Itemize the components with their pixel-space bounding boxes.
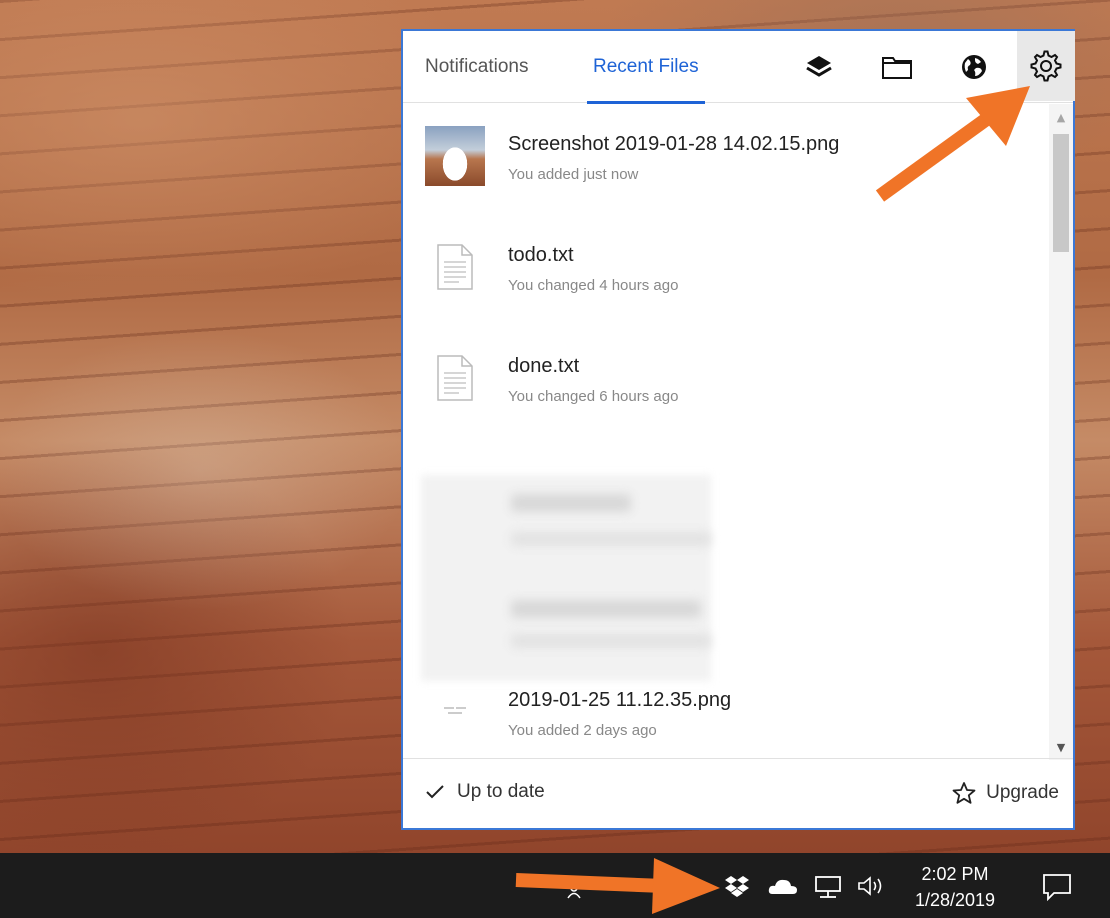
redacted-text xyxy=(511,634,711,648)
star-icon xyxy=(952,782,976,804)
panel-footer: Up to date Upgrade xyxy=(403,758,1073,828)
clock-time: 2:02 PM xyxy=(921,864,989,884)
globe-button[interactable] xyxy=(950,43,998,91)
layers-icon xyxy=(806,56,832,77)
checkmark-icon xyxy=(426,785,444,799)
dropbox-icon[interactable] xyxy=(725,875,749,897)
text-file-icon xyxy=(425,348,485,408)
file-name: todo.txt xyxy=(508,244,574,266)
taskbar-clock[interactable]: 2:02 PM 1/28/2019 xyxy=(905,861,1005,913)
sync-status: Up to date xyxy=(425,781,545,803)
file-name: 2019-01-25 11.12.35.png xyxy=(508,689,732,711)
upgrade-label: Upgrade xyxy=(986,782,1059,803)
list-item[interactable]: Screenshot 2019-01-28 14.02.15.png You a… xyxy=(403,104,1043,204)
scroll-up-icon[interactable]: ▲ xyxy=(1049,104,1073,130)
file-meta: You changed 6 hours ago xyxy=(508,388,679,405)
globe-icon xyxy=(962,55,986,79)
tab-notifications[interactable]: Notifications xyxy=(425,31,529,103)
redacted-text xyxy=(511,600,701,618)
onedrive-icon[interactable] xyxy=(768,877,798,895)
volume-icon[interactable] xyxy=(856,875,886,897)
scroll-thumb[interactable] xyxy=(1053,134,1069,252)
redacted-text xyxy=(511,494,631,512)
tab-bar: Notifications Recent Files xyxy=(403,31,1075,104)
network-icon[interactable] xyxy=(814,875,842,899)
list-item[interactable]: todo.txt You changed 4 hours ago xyxy=(403,215,1043,315)
dropbox-flyout: Notifications Recent Files Screenshot 20… xyxy=(401,29,1075,830)
clock-date: 1/28/2019 xyxy=(914,890,996,910)
settings-button[interactable] xyxy=(1017,31,1075,101)
file-name: done.txt xyxy=(508,355,580,377)
upgrade-button[interactable]: Upgrade xyxy=(952,781,1059,805)
folder-icon xyxy=(882,57,912,79)
folder-button[interactable] xyxy=(873,43,921,91)
text-file-icon xyxy=(425,237,485,297)
scroll-down-icon[interactable]: ▼ xyxy=(1049,734,1073,760)
image-thumbnail xyxy=(425,126,485,186)
recent-files-list: Screenshot 2019-01-28 14.02.15.png You a… xyxy=(403,104,1049,760)
taskbar: 2:02 PM 1/28/2019 xyxy=(0,853,1110,918)
layers-button[interactable] xyxy=(795,43,843,91)
list-item[interactable]: 2019-01-25 11.12.35.png You added 2 days… xyxy=(403,660,1043,760)
redacted-text xyxy=(511,532,711,546)
people-icon[interactable] xyxy=(566,883,582,899)
image-thumbnail xyxy=(425,682,485,742)
action-center-icon[interactable] xyxy=(1042,873,1072,901)
gear-icon xyxy=(1030,50,1062,82)
tab-recent-files[interactable]: Recent Files xyxy=(587,31,705,104)
list-item[interactable]: done.txt You changed 6 hours ago xyxy=(403,326,1043,426)
sync-status-text: Up to date xyxy=(457,781,545,802)
file-meta: You added 2 days ago xyxy=(508,722,657,739)
scrollbar[interactable]: ▲ ▼ xyxy=(1049,104,1073,760)
file-meta: You added just now xyxy=(508,166,639,183)
file-name: Screenshot 2019-01-28 14.02.15.png xyxy=(508,133,840,155)
file-meta: You changed 4 hours ago xyxy=(508,277,679,294)
